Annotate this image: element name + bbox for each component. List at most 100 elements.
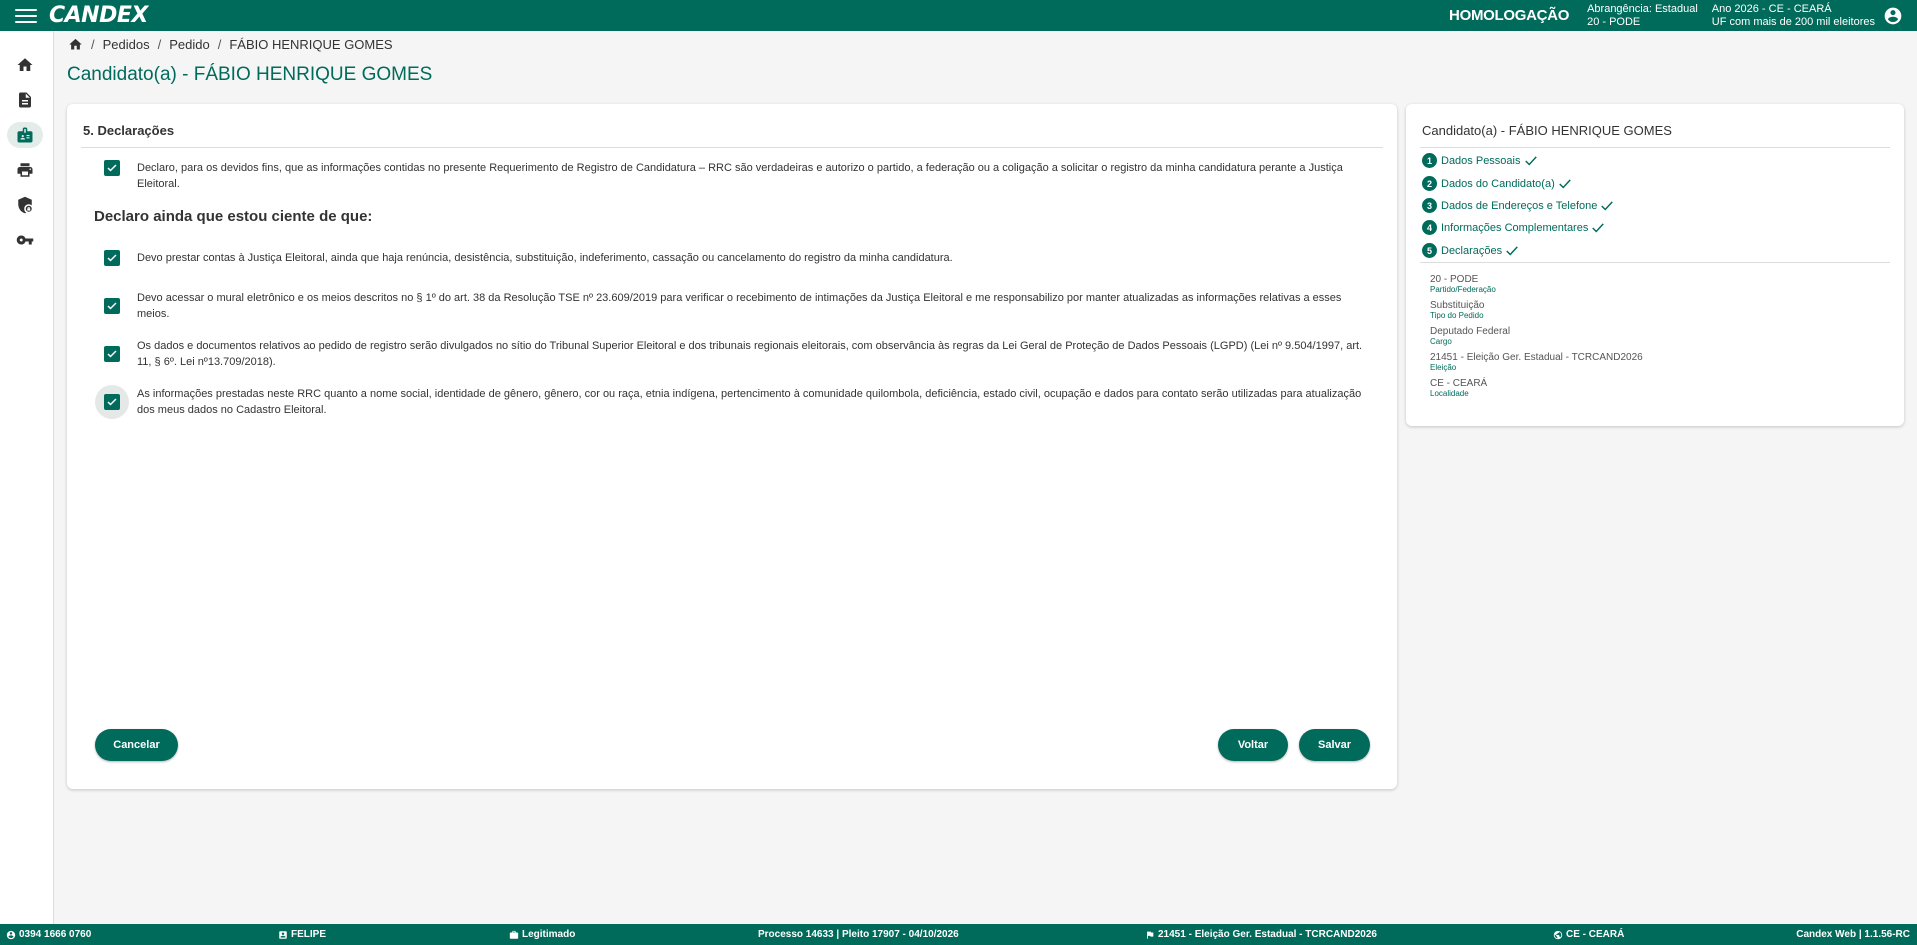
declaration-text-1: Devo prestar contas à Justiça Eleitoral,…	[137, 252, 953, 264]
footer-phone-text: 0394 1666 0760	[19, 929, 92, 940]
check-icon	[1506, 245, 1518, 256]
info-eleicao: 21451 - Eleição Ger. Estadual - TCRCAND2…	[1430, 352, 1643, 372]
declarations-subheading: Declaro ainda que estou ciente de que:	[94, 208, 373, 225]
declaration-checkbox-3[interactable]	[95, 337, 129, 371]
sidebar-item-documents[interactable]	[7, 87, 43, 113]
document-icon	[19, 92, 31, 108]
section-title: 5. Declarações	[83, 123, 175, 138]
account-circle-icon	[6, 930, 16, 939]
breadcrumb-separator: /	[91, 37, 95, 52]
info-label: Tipo do Pedido	[1430, 311, 1484, 320]
menu-icon[interactable]	[15, 8, 37, 23]
info-value: 20 - PODE	[1430, 274, 1479, 285]
check-icon	[107, 302, 117, 310]
step-dados-enderecos[interactable]: 3 Dados de Endereços e Telefone	[1422, 198, 1614, 213]
abrangencia-line1: Abrangência: Estadual	[1587, 2, 1698, 15]
info-label: Cargo	[1430, 337, 1452, 346]
sidebar-item-candidatura[interactable]	[7, 122, 43, 148]
footer-status: Legitimado	[509, 924, 575, 945]
id-badge-icon	[17, 127, 33, 143]
sidebar-item-access[interactable]	[7, 227, 43, 253]
ano-line1: Ano 2026 - CE - CEARÁ	[1711, 2, 1832, 15]
summary-title: Candidato(a) - FÁBIO HENRIQUE GOMES	[1422, 123, 1672, 138]
breadcrumb-pedido[interactable]: Pedido	[169, 37, 209, 52]
declaration-main-checkbox[interactable]	[95, 151, 129, 185]
logo-text: CANDEX	[49, 3, 148, 28]
ano-line2: UF com mais de 200 mil eleitores	[1711, 15, 1875, 28]
check-icon	[1592, 222, 1605, 233]
check-icon	[107, 350, 117, 358]
step-label: Informações Complementares	[1441, 221, 1589, 234]
check-icon	[107, 254, 117, 262]
check-icon	[107, 164, 117, 172]
info-localidade: CE - CEARÁ Localidade	[1430, 378, 1487, 398]
declaration-text-2: Devo acessar o mural eletrônico e os mei…	[137, 292, 1342, 320]
declaration-row: Devo acessar o mural eletrônico e os mei…	[95, 290, 1367, 323]
flag-icon	[1147, 931, 1154, 939]
abrangencia-line2: 20 - PODE	[1587, 15, 1641, 28]
sidebar-item-print[interactable]	[7, 157, 43, 183]
footer-version: Candex Web | 1.1.56-RC	[1796, 924, 1910, 945]
footer-status-text: Legitimado	[522, 929, 576, 940]
step-dados-candidato[interactable]: 2 Dados do Candidato(a)	[1422, 176, 1572, 191]
breadcrumb: / Pedidos / Pedido / FÁBIO HENRIQUE GOME…	[68, 37, 393, 52]
step-number: 5	[1422, 243, 1437, 258]
home-icon	[17, 58, 33, 71]
step-label: Declarações	[1441, 244, 1503, 257]
sidebar-item-home[interactable]	[7, 52, 43, 78]
info-cargo: Deputado Federal Cargo	[1430, 326, 1510, 346]
step-label: Dados do Candidato(a)	[1441, 177, 1555, 190]
breadcrumb-pedidos[interactable]: Pedidos	[103, 37, 150, 52]
abrangencia-info: Abrangência: Estadual 20 - PODE	[1587, 3, 1698, 29]
id-badge-icon	[279, 930, 287, 939]
info-label: Localidade	[1430, 389, 1469, 398]
footer-version-text: Candex Web | 1.1.56-RC	[1796, 929, 1910, 940]
declaration-text-4: As informações prestadas neste RRC quant…	[137, 388, 1362, 416]
info-tipo-pedido: Substituição Tipo do Pedido	[1430, 300, 1484, 320]
cancel-button[interactable]: Cancelar	[95, 729, 178, 761]
save-button[interactable]: Salvar	[1299, 729, 1370, 761]
step-informacoes-complementares[interactable]: 4 Informações Complementares	[1422, 220, 1605, 235]
globe-icon	[1553, 930, 1563, 939]
step-number: 2	[1422, 176, 1437, 191]
declaration-checkbox-4[interactable]	[95, 385, 129, 419]
footer-processo-text: Processo 14633 | Pleito 17907 - 04/10/20…	[758, 929, 959, 940]
footer-phone: 0394 1666 0760	[6, 924, 91, 945]
briefcase-icon	[509, 930, 519, 939]
divider	[81, 147, 1383, 148]
step-number: 1	[1422, 153, 1437, 168]
sidebar	[0, 31, 54, 924]
sidebar-item-security[interactable]	[7, 192, 43, 218]
candidate-summary-card: Candidato(a) - FÁBIO HENRIQUE GOMES 1 Da…	[1406, 104, 1904, 426]
footer-localidade-text: CE - CEARÁ	[1566, 929, 1625, 940]
footer-localidade: CE - CEARÁ	[1553, 924, 1624, 945]
declaration-main-row: Declaro, para os devidos fins, que as in…	[95, 160, 1367, 192]
declaration-checkbox-1[interactable]	[95, 241, 129, 275]
check-icon	[1524, 155, 1537, 166]
breadcrumb-separator: /	[217, 37, 222, 52]
breadcrumb-home-icon[interactable]	[68, 37, 83, 52]
info-value: CE - CEARÁ	[1430, 378, 1488, 389]
footer-user: FELIPE	[278, 924, 326, 945]
step-label: Dados de Endereços e Telefone	[1441, 199, 1598, 212]
declarations-card: 5. Declarações Declaro, para os devidos …	[67, 104, 1397, 789]
top-app-bar: CANDEX HOMOLOGAÇÃO Abrangência: Estadual…	[0, 0, 1917, 31]
back-button[interactable]: Voltar	[1218, 729, 1288, 761]
account-circle-icon[interactable]	[1883, 6, 1903, 26]
app-logo[interactable]: CANDEX	[49, 3, 148, 28]
step-number: 4	[1422, 220, 1437, 235]
footer-processo: Processo 14633 | Pleito 17907 - 04/10/20…	[758, 924, 959, 945]
check-icon	[107, 398, 117, 406]
divider	[1420, 147, 1890, 148]
declaration-row: Devo prestar contas à Justiça Eleitoral,…	[95, 250, 1367, 275]
info-label: Eleição	[1430, 363, 1457, 372]
footer-eleicao: 21451 - Eleição Ger. Estadual - TCRCAND2…	[1145, 924, 1377, 945]
step-declaracoes[interactable]: 5 Declarações	[1422, 243, 1519, 258]
footer-user-text: FELIPE	[291, 929, 327, 940]
step-dados-pessoais[interactable]: 1 Dados Pessoais	[1422, 153, 1538, 168]
environment-label: HOMOLOGAÇÃO	[1449, 7, 1570, 24]
declaration-checkbox-2[interactable]	[95, 289, 129, 323]
info-label: Partido/Federação	[1430, 285, 1496, 294]
info-value: 21451 - Eleição Ger. Estadual - TCRCAND2…	[1430, 352, 1643, 363]
key-icon	[16, 235, 34, 245]
